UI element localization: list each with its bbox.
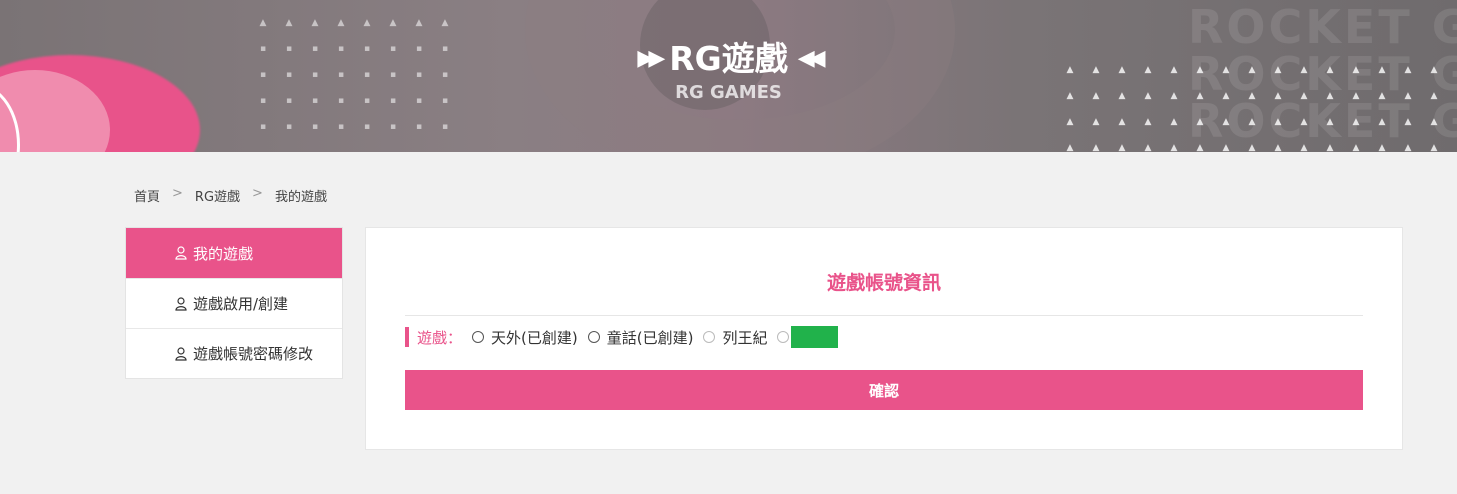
game-label: 遊戲： [417,328,463,347]
user-icon [175,246,187,260]
sidebar-item-label: 遊戲啟用/創建 [193,295,289,313]
game-option-label: 童話(已創建) [606,328,694,347]
confirm-button[interactable]: 確認 [405,370,1363,410]
sidebar: 我的遊戲 遊戲啟用/創建 遊戲帳號密碼修改 [125,227,343,379]
breadcrumb-my-games: 我的遊戲 [274,190,327,205]
radio-button[interactable] [587,331,600,343]
breadcrumb-rg-games[interactable]: RG遊戲 [195,186,240,205]
radio-button [703,331,716,343]
sidebar-item-label: 遊戲帳號密碼修改 [193,345,314,363]
account-info-panel: 遊戲帳號資訊 遊戲： 天外(已創建) 童話(已創建) 列王紀 確認 [365,227,1403,450]
breadcrumb-home[interactable]: 首頁 [134,186,160,205]
game-option-hidden [777,326,839,348]
banner-title: ▶▶ RG遊戲 ◀◀ [637,38,826,80]
game-option-label: 天外(已創建) [491,328,578,347]
game-selector: 遊戲： 天外(已創建) 童話(已創建) 列王紀 [405,326,848,348]
banner-title-text: RG遊戲 [669,39,788,78]
radio-button [777,331,790,343]
banner-subtitle: RG GAMES [675,82,782,103]
redacted-label-block [791,326,839,348]
radio-button[interactable] [472,331,485,343]
user-icon [175,296,187,311]
breadcrumb: 首頁 > RG遊戲 > 我的遊戲 [134,186,327,205]
game-option-tianwai[interactable]: 天外(已創建) [472,327,578,348]
label-accent-bar [405,327,409,347]
game-option-liewangji: 列王紀 [703,327,767,348]
breadcrumb-separator: > [172,186,183,201]
header-banner: ▲ ▲ ▲ ▲ ▲ ▲ ▲ ▲ ▪ ▪ ▪ ▪ ▪ ▪ ▪ ▪ ▪ ▪ ▪ ▪ ▪ ▪ ▪ ▪ ▪ ▪ ▪ ▪ ▪ ▪ ▪ ▪ ▪ ▪ ▪ ▪… [0,0,1457,152]
game-option-tonghua[interactable]: 童話(已創建) [587,327,694,348]
banner-title-block: ▶▶ RG遊戲 ◀◀ RG GAMES [0,38,1457,103]
fast-forward-icon: ▶▶ [637,46,665,71]
sidebar-item-game-activation[interactable]: 遊戲啟用/創建 [126,278,342,328]
breadcrumb-separator: > [252,186,263,201]
sidebar-item-password-change[interactable]: 遊戲帳號密碼修改 [126,328,342,378]
sidebar-item-my-games[interactable]: 我的遊戲 [126,228,342,278]
divider [405,315,1363,316]
rewind-icon: ◀◀ [797,46,826,71]
user-icon [175,346,187,361]
panel-title: 遊戲帳號資訊 [826,272,941,294]
game-option-label: 列王紀 [722,328,768,347]
sidebar-item-label: 我的遊戲 [193,244,254,263]
